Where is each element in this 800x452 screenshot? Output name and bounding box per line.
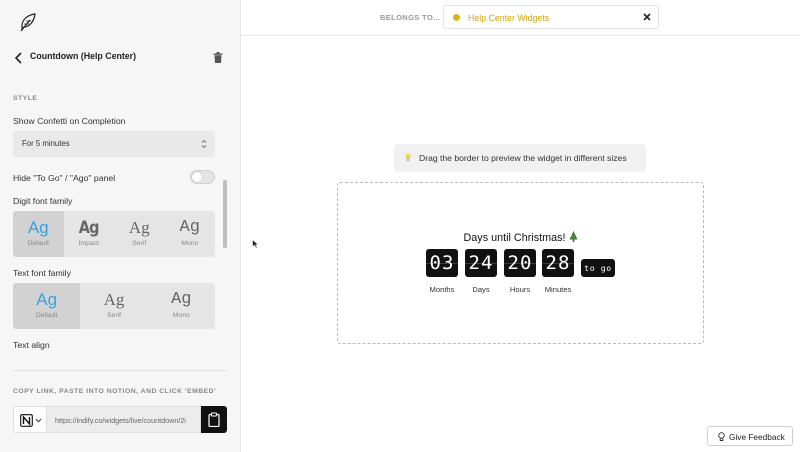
digit-display: 03 xyxy=(426,249,458,277)
text-align-label: Text align xyxy=(13,340,50,350)
font-sample: Ag xyxy=(78,218,100,238)
text-font-serif[interactable]: Ag Serif xyxy=(80,283,147,329)
top-bar: BELONGS TO... Help Center Widgets xyxy=(241,0,800,36)
embed-section-label: COPY LINK, PASTE INTO NOTION, AND CLICK … xyxy=(13,388,217,395)
to-go-panel: to go xyxy=(581,259,615,277)
christmas-tree-icon xyxy=(569,231,577,242)
font-name: Mono xyxy=(181,240,199,247)
belongs-to-label: BELONGS TO... xyxy=(380,13,441,22)
close-icon[interactable] xyxy=(643,13,651,21)
settings-sidebar: Countdown (Help Center) STYLE Show Confe… xyxy=(0,0,241,452)
clipboard-icon xyxy=(208,412,220,427)
font-sample: Ag xyxy=(36,290,58,309)
copy-link-button[interactable] xyxy=(201,406,227,433)
unit-label: Months xyxy=(429,285,455,294)
digit-font-mono[interactable]: Ag Mono xyxy=(165,211,216,257)
font-sample: Ag xyxy=(128,218,150,237)
hide-panel-label: Hide "To Go" / "Ago" panel xyxy=(13,173,116,183)
hint-text: Drag the border to preview the widget in… xyxy=(419,153,627,163)
countdown-title-text: Days until Christmas! xyxy=(463,232,566,244)
font-name: Impact xyxy=(78,240,99,247)
notion-icon xyxy=(20,414,33,427)
confetti-label: Show Confetti on Completion xyxy=(13,116,126,126)
select-arrows-icon xyxy=(201,139,207,149)
platform-select[interactable] xyxy=(13,406,47,433)
widget-header: Countdown (Help Center) xyxy=(13,50,227,66)
font-name: Serif xyxy=(132,240,147,247)
unit-label: Days xyxy=(472,285,490,294)
lightbulb-icon xyxy=(718,432,725,441)
widget-preview-frame[interactable]: Days until Christmas! 03 Months 24 Days … xyxy=(337,182,704,344)
font-name: Serif xyxy=(107,312,121,319)
feather-logo-icon[interactable] xyxy=(18,12,38,32)
text-font-mono[interactable]: Ag Mono xyxy=(148,283,215,329)
give-feedback-button[interactable]: Give Feedback xyxy=(707,426,793,446)
collection-selector[interactable]: Help Center Widgets xyxy=(443,5,659,29)
resize-hint: Drag the border to preview the widget in… xyxy=(394,144,646,172)
digit-font-selector: Ag Default Ag Impact Ag Serif Ag Mono xyxy=(13,211,215,257)
digit-display: 20 xyxy=(504,249,536,277)
mouse-cursor-icon xyxy=(252,239,259,249)
unit-label: Minutes xyxy=(544,285,572,294)
font-name: Mono xyxy=(172,312,190,319)
digit-font-default[interactable]: Ag Default xyxy=(13,211,64,257)
font-name: Default xyxy=(35,312,58,319)
digit-display: 24 xyxy=(465,249,497,277)
embed-row: https://indify.co/widgets/live/countdown… xyxy=(13,406,227,433)
divider xyxy=(13,370,227,371)
text-font-label: Text font family xyxy=(13,268,71,278)
feedback-label: Give Feedback xyxy=(729,432,785,442)
digit-font-impact[interactable]: Ag Impact xyxy=(64,211,115,257)
collection-name: Help Center Widgets xyxy=(468,13,550,23)
text-font-selector: Ag Default Ag Serif Ag Mono xyxy=(13,283,215,329)
back-chevron-icon[interactable] xyxy=(13,51,25,65)
unit-label: Hours xyxy=(509,285,531,294)
countdown-unit-minutes: 28 Minutes xyxy=(542,249,574,294)
countdown-unit-hours: 20 Hours xyxy=(504,249,536,294)
font-sample: Ag xyxy=(179,218,200,237)
digit-font-label: Digit font family xyxy=(13,196,73,206)
font-sample: Ag xyxy=(171,290,192,309)
font-name: Default xyxy=(27,240,50,247)
toggle-knob xyxy=(192,172,202,182)
collection-color-dot xyxy=(453,14,460,21)
countdown-unit-days: 24 Days xyxy=(465,249,497,294)
widget-title: Countdown (Help Center) xyxy=(30,51,137,61)
digit-font-serif[interactable]: Ag Serif xyxy=(114,211,165,257)
confetti-select[interactable]: For 5 minutes xyxy=(13,131,215,157)
hide-panel-toggle[interactable] xyxy=(190,170,215,184)
confetti-select-value: For 5 minutes xyxy=(22,139,70,148)
lightbulb-icon xyxy=(405,153,411,162)
chevron-down-icon xyxy=(35,418,42,423)
countdown-title: Days until Christmas! xyxy=(338,231,703,244)
sidebar-scrollbar[interactable] xyxy=(223,180,227,248)
font-sample: Ag xyxy=(27,218,49,237)
trash-icon[interactable] xyxy=(213,52,223,63)
embed-url-field[interactable]: https://indify.co/widgets/live/countdown… xyxy=(47,406,201,433)
digit-display: 28 xyxy=(542,249,574,277)
font-sample: Ag xyxy=(103,290,125,309)
style-section-label: STYLE xyxy=(13,95,38,102)
countdown-unit-months: 03 Months xyxy=(426,249,458,294)
text-font-default[interactable]: Ag Default xyxy=(13,283,81,329)
